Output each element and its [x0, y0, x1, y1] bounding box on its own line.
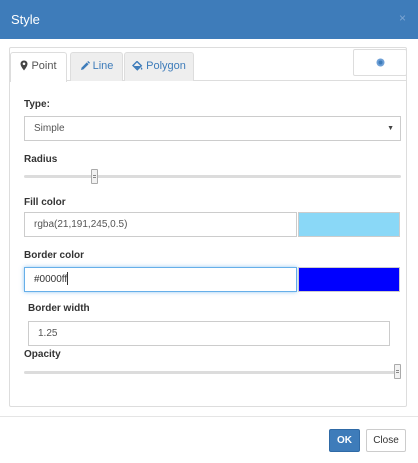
type-label: Type: — [24, 99, 50, 110]
style-panel: Point Line Polygon Type: Simple ▼ Radius… — [9, 47, 407, 407]
border-width-input[interactable]: 1.25 — [28, 321, 390, 346]
pencil-icon — [80, 61, 90, 70]
radius-slider-handle[interactable] — [90, 169, 98, 184]
close-button[interactable]: Close — [366, 429, 406, 452]
paint-bucket-icon — [132, 61, 143, 71]
border-color-input[interactable]: #0000ff — [24, 267, 297, 292]
footer-divider — [0, 416, 418, 417]
close-icon[interactable]: × — [399, 11, 406, 25]
border-width-label: Border width — [28, 303, 90, 314]
dialog-header: Style × — [0, 0, 418, 39]
fill-color-label: Fill color — [24, 197, 66, 208]
circle-dot-icon — [376, 58, 384, 67]
tab-point-label: Point — [31, 60, 57, 72]
dialog-title: Style — [11, 12, 40, 27]
chevron-down-icon: ▼ — [387, 125, 394, 132]
type-select[interactable]: Simple ▼ — [24, 116, 401, 141]
tab-line-label: Line — [92, 60, 114, 72]
tab-polygon[interactable]: Polygon — [124, 52, 194, 81]
border-color-label: Border color — [24, 250, 85, 261]
type-select-value: Simple — [34, 123, 65, 134]
radius-slider[interactable] — [24, 175, 401, 178]
opacity-slider[interactable] — [24, 371, 401, 374]
tab-polygon-label: Polygon — [146, 60, 186, 72]
fill-color-input[interactable]: rgba(21,191,245,0.5) — [24, 212, 297, 237]
tab-bar: Point Line Polygon — [10, 48, 407, 82]
border-color-swatch[interactable] — [298, 267, 400, 292]
fill-color-value: rgba(21,191,245,0.5) — [34, 219, 128, 230]
radius-label: Radius — [24, 154, 58, 165]
tab-circle[interactable] — [353, 49, 407, 76]
tab-point[interactable]: Point — [10, 52, 67, 82]
opacity-label: Opacity — [24, 349, 61, 360]
ok-button[interactable]: OK — [329, 429, 360, 452]
opacity-slider-handle[interactable] — [394, 364, 401, 379]
border-width-value: 1.25 — [38, 328, 58, 339]
tab-line[interactable]: Line — [70, 52, 123, 81]
border-color-value: #0000ff — [34, 274, 68, 285]
fill-color-swatch[interactable] — [298, 212, 400, 237]
map-marker-icon — [20, 60, 28, 71]
text-cursor — [67, 272, 69, 285]
